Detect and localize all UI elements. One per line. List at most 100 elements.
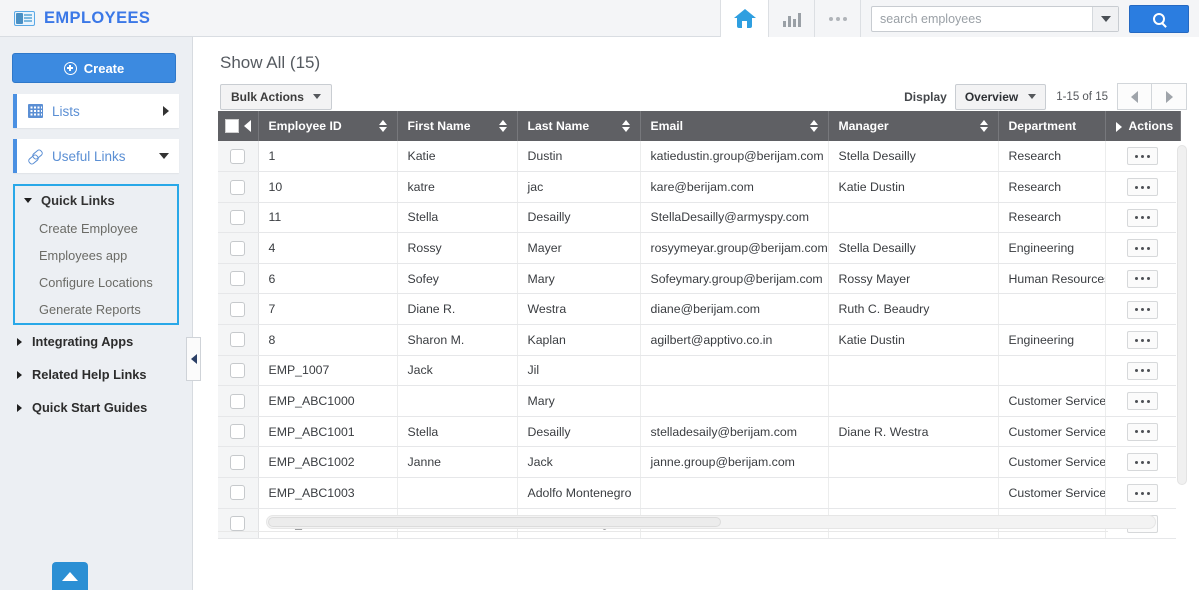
checkbox-icon[interactable]	[230, 148, 246, 164]
quick-link-create-employee[interactable]: Create Employee	[15, 215, 177, 242]
search-button[interactable]	[1129, 4, 1189, 33]
column-header-actions[interactable]: Actions	[1105, 111, 1181, 141]
cell-actions[interactable]	[1105, 171, 1181, 203]
column-header-department[interactable]: Department	[998, 111, 1106, 141]
row-actions-button[interactable]	[1127, 178, 1158, 197]
row-select-cell[interactable]	[218, 202, 259, 234]
bulk-actions-button[interactable]: Bulk Actions	[220, 83, 332, 110]
row-actions-button[interactable]	[1127, 208, 1158, 227]
table-row[interactable]: EMP_ABC1000 Mary Customer Service	[218, 385, 1181, 417]
sort-updown-icon[interactable]	[979, 120, 988, 132]
cell-actions[interactable]	[1105, 324, 1181, 356]
table-row[interactable]: 7 Diane R. Westra diane@berijam.com Ruth C. …	[218, 293, 1181, 326]
next-page-button[interactable]	[1152, 83, 1187, 110]
scrollbar-thumb[interactable]	[1177, 145, 1187, 485]
row-actions-button[interactable]	[1127, 239, 1158, 258]
sort-updown-icon[interactable]	[378, 120, 387, 132]
row-select-cell[interactable]	[218, 171, 259, 203]
table-row[interactable]: 8 Sharon M. Kaplan agilbert@apptivo.co.in Ka…	[218, 324, 1181, 356]
cell-actions[interactable]	[1105, 355, 1181, 387]
cell-actions[interactable]	[1105, 293, 1181, 326]
column-header-first-name[interactable]: First Name	[397, 111, 518, 141]
cell-actions[interactable]	[1105, 477, 1181, 509]
column-header-employee-id[interactable]: Employee ID	[258, 111, 398, 141]
cell-actions[interactable]	[1105, 263, 1181, 295]
cell-actions[interactable]	[1105, 141, 1181, 173]
checkbox-icon[interactable]	[230, 485, 246, 501]
chevron-right-icon[interactable]	[1115, 121, 1122, 132]
sidebar-item-lists[interactable]: Lists	[13, 94, 179, 128]
quick-links-header[interactable]: Quick Links	[15, 186, 177, 215]
table-row[interactable]: EMP_ABC1001 Stella Desailly stelladesaily@b…	[218, 416, 1181, 448]
checkbox-icon[interactable]	[230, 240, 246, 256]
checkbox-icon[interactable]	[230, 424, 246, 440]
cell-actions[interactable]	[1105, 202, 1181, 234]
table-row[interactable]: 1 Katie Dustin katiedustin.group@berijam.co…	[218, 141, 1181, 173]
search-box[interactable]	[871, 5, 1119, 32]
checkbox-icon[interactable]	[230, 179, 246, 195]
sidebar-section-integrating-apps[interactable]: Integrating Apps	[0, 325, 192, 358]
quick-link-employees-app[interactable]: Employees app	[15, 242, 177, 269]
prev-page-button[interactable]	[1117, 83, 1152, 110]
sidebar-collapse-handle[interactable]	[186, 337, 201, 381]
table-row[interactable]: EMP_ABC1002 Janne Jack janne.group@berijam.…	[218, 446, 1181, 479]
create-button[interactable]: Create	[12, 53, 176, 83]
row-select-cell[interactable]	[218, 263, 259, 295]
row-select-cell[interactable]	[218, 324, 259, 356]
cell-actions[interactable]	[1105, 446, 1181, 479]
home-button[interactable]	[720, 0, 768, 37]
row-select-cell[interactable]	[218, 446, 259, 479]
search-input[interactable]	[872, 6, 1092, 31]
row-actions-button[interactable]	[1127, 484, 1158, 503]
select-all-header[interactable]	[218, 111, 259, 141]
row-actions-button[interactable]	[1127, 147, 1158, 166]
row-select-cell[interactable]	[218, 508, 259, 540]
row-select-cell[interactable]	[218, 232, 259, 264]
sidebar-section-related-help-links[interactable]: Related Help Links	[0, 358, 192, 391]
sort-updown-icon[interactable]	[498, 120, 507, 132]
sort-updown-icon[interactable]	[809, 120, 818, 132]
checkbox-icon[interactable]	[230, 454, 246, 470]
search-scope-dropdown[interactable]	[1092, 6, 1118, 31]
row-select-cell[interactable]	[218, 477, 259, 509]
cell-actions[interactable]	[1105, 416, 1181, 448]
checkbox-icon[interactable]	[230, 516, 246, 532]
column-header-email[interactable]: Email	[640, 111, 829, 141]
table-vertical-scrollbar[interactable]	[1176, 141, 1188, 555]
scrollbar-thumb[interactable]	[268, 517, 721, 527]
table-row[interactable]: 10 katre jac kare@berijam.com Katie Dustin Re…	[218, 171, 1181, 203]
table-row[interactable]: 4 Rossy Mayer rosyymeyar.group@berijam.com S…	[218, 232, 1181, 264]
sidebar-item-useful-links[interactable]: Useful Links	[13, 139, 179, 173]
table-horizontal-scrollbar[interactable]	[266, 515, 1156, 529]
sidebar-section-quick-start-guides[interactable]: Quick Start Guides	[0, 391, 192, 424]
column-header-last-name[interactable]: Last Name	[517, 111, 641, 141]
sort-updown-icon[interactable]	[621, 120, 630, 132]
reports-button[interactable]	[768, 0, 814, 37]
checkbox-icon[interactable]	[230, 301, 246, 317]
row-select-cell[interactable]	[218, 355, 259, 387]
checkbox-icon[interactable]	[230, 393, 246, 409]
quick-link-configure-locations[interactable]: Configure Locations	[15, 269, 177, 296]
row-select-cell[interactable]	[218, 385, 259, 417]
row-actions-button[interactable]	[1127, 269, 1158, 288]
table-row[interactable]: 6 Sofey Mary Sofeymary.group@berijam.com Ros…	[218, 263, 1181, 295]
row-actions-button[interactable]	[1127, 453, 1158, 472]
checkbox-icon[interactable]	[230, 210, 246, 226]
cell-actions[interactable]	[1105, 385, 1181, 417]
table-row[interactable]: EMP_1007 Jack Jil	[218, 355, 1181, 387]
table-row[interactable]: EMP_ABC1003 Adolfo Montenegro Customer Ser…	[218, 477, 1181, 509]
row-select-cell[interactable]	[218, 416, 259, 448]
checkbox-icon[interactable]	[230, 271, 246, 287]
row-actions-button[interactable]	[1127, 331, 1158, 350]
row-select-cell[interactable]	[218, 141, 259, 173]
scroll-to-top-button[interactable]	[52, 562, 88, 590]
row-actions-button[interactable]	[1127, 422, 1158, 441]
row-actions-button[interactable]	[1127, 392, 1158, 411]
row-actions-button[interactable]	[1127, 361, 1158, 380]
row-select-cell[interactable]	[218, 293, 259, 326]
column-header-manager[interactable]: Manager	[828, 111, 999, 141]
checkbox-icon[interactable]	[230, 332, 246, 348]
more-options-button[interactable]	[814, 0, 860, 37]
cell-actions[interactable]	[1105, 232, 1181, 264]
table-row[interactable]: 11 Stella Desailly StellaDesailly@armyspy.c…	[218, 202, 1181, 234]
